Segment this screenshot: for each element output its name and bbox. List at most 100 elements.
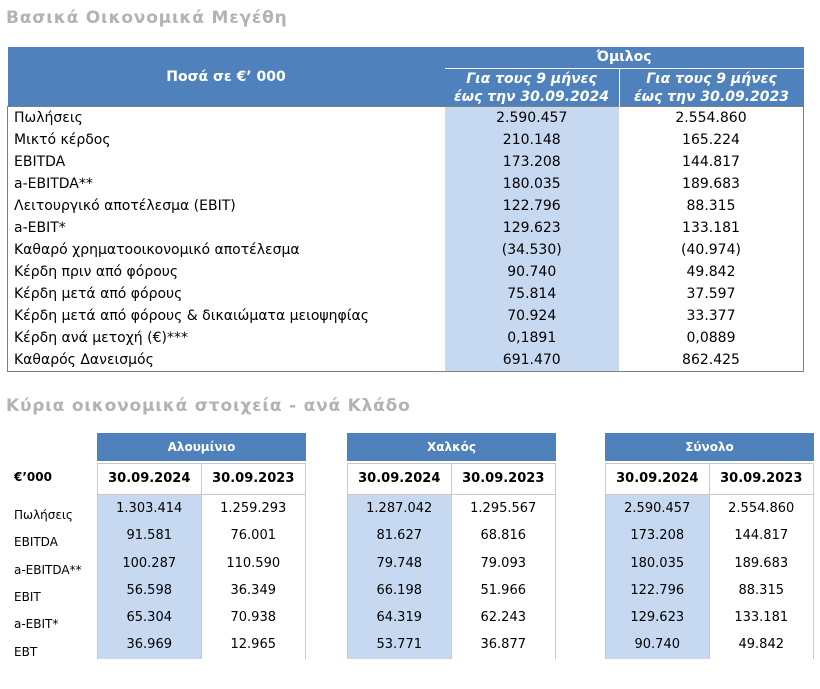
table-row: 1.287.042 1.295.567 (348, 495, 555, 523)
value-2024: 173.208 (606, 522, 710, 550)
table-row: 2.590.457 2.554.860 (606, 495, 813, 523)
value-2024: 70.924 (444, 305, 619, 327)
row-label: Κέρδη ανά μετοχή (€)*** (14, 330, 188, 346)
row-label: Πωλήσεις (14, 110, 83, 126)
segment-values: 2.590.457 2.554.860 173.208 144.817 180.035 1… (605, 495, 814, 659)
table-row: Κέρδη πριν από φόρους 90.740 49.842 (8, 261, 804, 283)
segment-date-row: 30.09.2024 30.09.2023 (347, 463, 556, 495)
row-label: Κέρδη μετά από φόρους & δικαιώματα μειοψ… (14, 308, 369, 324)
value-2023: 36.349 (230, 582, 277, 598)
value-2023: 144.817 (682, 154, 740, 170)
value-2024: 90.740 (444, 261, 619, 283)
value-2023: 88.315 (738, 582, 785, 598)
value-2024: 2.590.457 (606, 495, 710, 523)
segment-date-header: 30.09.2023 (709, 463, 814, 495)
value-2023: 88.315 (686, 198, 736, 214)
period-2024-line2: έως την 30.09.2024 (453, 88, 609, 105)
table-header-row: Ποσά σε €’ 000 Όμιλος (7, 47, 804, 107)
table-row: a-EBITDA** 180.035 189.683 (8, 173, 804, 195)
group-header: Όμιλος (444, 47, 804, 69)
segment-row-label: a-EBIT* (14, 617, 59, 632)
table-row: Καθαρό χρηματοοικονομικό αποτέλεσμα (34.5… (8, 239, 804, 261)
value-2023: 1.295.567 (470, 501, 537, 516)
value-2023: 189.683 (734, 555, 789, 571)
table-row: Λειτουργικό αποτέλεσμα (EBIT) 122.796 88.3… (8, 195, 804, 217)
table-row: Μικτό κέρδος 210.148 165.224 (8, 129, 804, 151)
row-label: EBITDA (14, 154, 66, 170)
table-row: 173.208 144.817 (606, 522, 813, 550)
key-figures-body: Πωλήσεις 2.590.457 2.554.860 Μικτό κέρδος 21… (7, 106, 804, 372)
value-2023: 144.817 (734, 528, 789, 544)
value-2023: 12.965 (230, 637, 277, 653)
period-2024-line1: Για τους 9 μήνες (466, 70, 597, 87)
value-2024: 75.814 (444, 283, 619, 305)
section-title-by-segment: Κύρια οικονομικά στοιχεία - ανά Κλάδο (6, 396, 411, 416)
segment-row-label: a-EBITDA** (14, 562, 82, 577)
segment-row-label: Πωλήσεις (14, 508, 73, 522)
value-2024: 129.623 (444, 217, 619, 239)
segment-date-header: 30.09.2023 (451, 463, 556, 495)
value-2024: 1.303.414 (98, 495, 202, 523)
value-2023: 62.243 (480, 610, 527, 626)
segment-header: Σύνολο (605, 433, 814, 461)
value-2023: 165.224 (682, 132, 740, 148)
table-row: Καθαρός Δανεισμός 691.470 862.425 (8, 349, 804, 372)
table-row: 56.598 36.349 (98, 576, 305, 605)
row-label: a-EBIT* (14, 220, 66, 236)
segment-aluminium: Αλουμίνιο 30.09.2024 30.09.2023 1.303.414 1.… (97, 433, 306, 659)
segment-values: 1.287.042 1.295.567 81.627 68.816 79.748 79.0… (347, 495, 556, 659)
value-2023: 36.877 (480, 637, 527, 653)
value-2023: 862.425 (682, 352, 740, 368)
value-2023: 110.590 (226, 555, 281, 571)
table-row: Κέρδη μετά από φόρους & δικαιώματα μειοψ… (8, 305, 804, 327)
period-2024-header: Για τους 9 μήνες έως την 30.09.2024 (444, 68, 620, 107)
table-row: 81.627 68.816 (348, 522, 555, 550)
table-row: 66.198 51.966 (348, 576, 555, 605)
row-label: Κέρδη μετά από φόρους (14, 286, 183, 302)
value-2023: 1.259.293 (220, 501, 287, 516)
value-2023: 49.842 (738, 637, 785, 653)
segment-date-header: 30.09.2024 (347, 463, 452, 495)
value-2024: 691.470 (444, 349, 619, 372)
table-row: 79.748 79.093 (348, 549, 555, 577)
value-2024: (34.530) (444, 239, 619, 261)
table-row: Κέρδη ανά μετοχή (€)*** 0,1891 0,0889 (8, 327, 804, 349)
table-row: 90.740 49.842 (606, 631, 813, 659)
table-row: 53.771 36.877 (348, 631, 555, 659)
segment-total: Σύνολο 30.09.2024 30.09.2023 2.590.457 2.554… (605, 433, 814, 659)
value-2023: 2.554.860 (675, 110, 747, 126)
unit-label: €’000 (14, 470, 52, 484)
value-2024: 122.796 (606, 576, 710, 605)
table-row: EBITDA 173.208 144.817 (8, 151, 804, 173)
value-2023: 79.093 (480, 555, 527, 571)
row-label: Καθαρός Δανεισμός (14, 352, 154, 368)
table-row: Πωλήσεις 2.590.457 2.554.860 (8, 106, 804, 129)
value-2023: 37.597 (686, 286, 736, 302)
table-row: 65.304 70.938 (98, 604, 305, 632)
segment-values: 1.303.414 1.259.293 91.581 76.001 100.287 110… (97, 495, 306, 659)
value-2024: 81.627 (348, 522, 452, 550)
table-row: 129.623 133.181 (606, 604, 813, 632)
table-row: 180.035 189.683 (606, 549, 813, 577)
value-2024: 56.598 (98, 576, 202, 605)
table-row: 122.796 88.315 (606, 576, 813, 605)
value-2023: 33.377 (686, 308, 736, 324)
section-title-key-figures: Βασικά Οικονομικά Μεγέθη (6, 8, 288, 28)
value-2024: 210.148 (444, 129, 619, 151)
segment-date-header: 30.09.2024 (605, 463, 710, 495)
row-label: Λειτουργικό αποτέλεσμα (EBIT) (14, 198, 236, 214)
amounts-header: Ποσά σε €’ 000 (7, 47, 445, 107)
table-row: 1.303.414 1.259.293 (98, 495, 305, 523)
value-2024: 90.740 (606, 631, 710, 659)
segment-date-header: 30.09.2023 (201, 463, 306, 495)
value-2024: 180.035 (444, 173, 619, 195)
value-2024: 180.035 (606, 549, 710, 577)
segment-row-label: EBIT (14, 589, 41, 604)
segment-row-label: EBITDA (14, 535, 58, 550)
value-2024: 91.581 (98, 522, 202, 550)
segment-date-row: 30.09.2024 30.09.2023 (97, 463, 306, 495)
value-2023: 51.966 (480, 582, 527, 598)
table-row: 36.969 12.965 (98, 631, 305, 659)
row-label: Μικτό κέρδος (14, 132, 111, 148)
value-2024: 79.748 (348, 549, 452, 577)
